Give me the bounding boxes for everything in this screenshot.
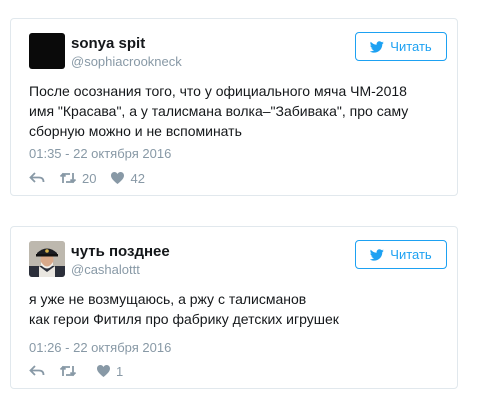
author-handle[interactable]: @sophiacrookneck — [71, 54, 182, 69]
twitter-bird-icon — [370, 248, 385, 261]
tweet-text-line: как герои Фитиля про фабрику детских игр… — [29, 311, 339, 327]
tweet-card: чуть позднее @cashalottt Читать я уже не… — [10, 226, 458, 389]
author-handle[interactable]: @cashalottt — [71, 262, 140, 277]
reply-icon — [29, 365, 45, 376]
reply-button[interactable] — [29, 364, 45, 378]
captain-portrait-icon — [29, 241, 65, 277]
like-count: 42 — [130, 170, 145, 186]
tweet-card: sonya spit @sophiacrookneck Читать После… — [10, 18, 458, 196]
reply-button[interactable] — [29, 171, 45, 185]
heart-icon — [97, 365, 110, 377]
timestamp-link[interactable]: 01:26 - 22 октября 2016 — [29, 340, 171, 355]
tweet-text-line: имя "Красава", а у талисмана волка–"Заби… — [29, 103, 409, 119]
heart-icon — [111, 172, 125, 184]
follow-label: Читать — [390, 39, 432, 54]
follow-button[interactable]: Читать — [355, 240, 447, 269]
like-button[interactable]: 42 — [110, 170, 145, 186]
follow-label: Читать — [390, 247, 432, 262]
tweet-actions: 20 42 — [29, 169, 159, 187]
tweet-text: я уже не возмущаюсь, а ржу с талисманов … — [29, 289, 443, 329]
follow-button[interactable]: Читать — [355, 32, 447, 61]
like-count: 1 — [116, 363, 124, 379]
retweet-icon — [59, 365, 77, 377]
tweet-text-line: я уже не возмущаюсь, а ржу с талисманов — [29, 291, 307, 307]
tweet-text-line: После осознания того, что у официального… — [29, 83, 407, 99]
like-button[interactable]: 1 — [96, 364, 123, 379]
twitter-bird-icon — [370, 40, 385, 53]
tweet-actions: 1 — [29, 362, 137, 380]
reply-icon — [29, 172, 45, 183]
author-name[interactable]: чуть позднее — [71, 243, 170, 260]
retweet-button[interactable]: 20 — [59, 171, 96, 186]
timestamp-link[interactable]: 01:35 - 22 октября 2016 — [29, 146, 171, 161]
avatar[interactable] — [29, 33, 65, 69]
avatar[interactable] — [29, 241, 65, 277]
retweet-count: 20 — [82, 170, 97, 186]
tweet-text: После осознания того, что у официального… — [29, 81, 443, 141]
retweet-icon — [59, 172, 77, 184]
retweet-button[interactable] — [59, 364, 82, 378]
author-name[interactable]: sonya spit — [71, 35, 145, 52]
tweet-text-line: сборную можно и не вспоминать — [29, 123, 242, 139]
